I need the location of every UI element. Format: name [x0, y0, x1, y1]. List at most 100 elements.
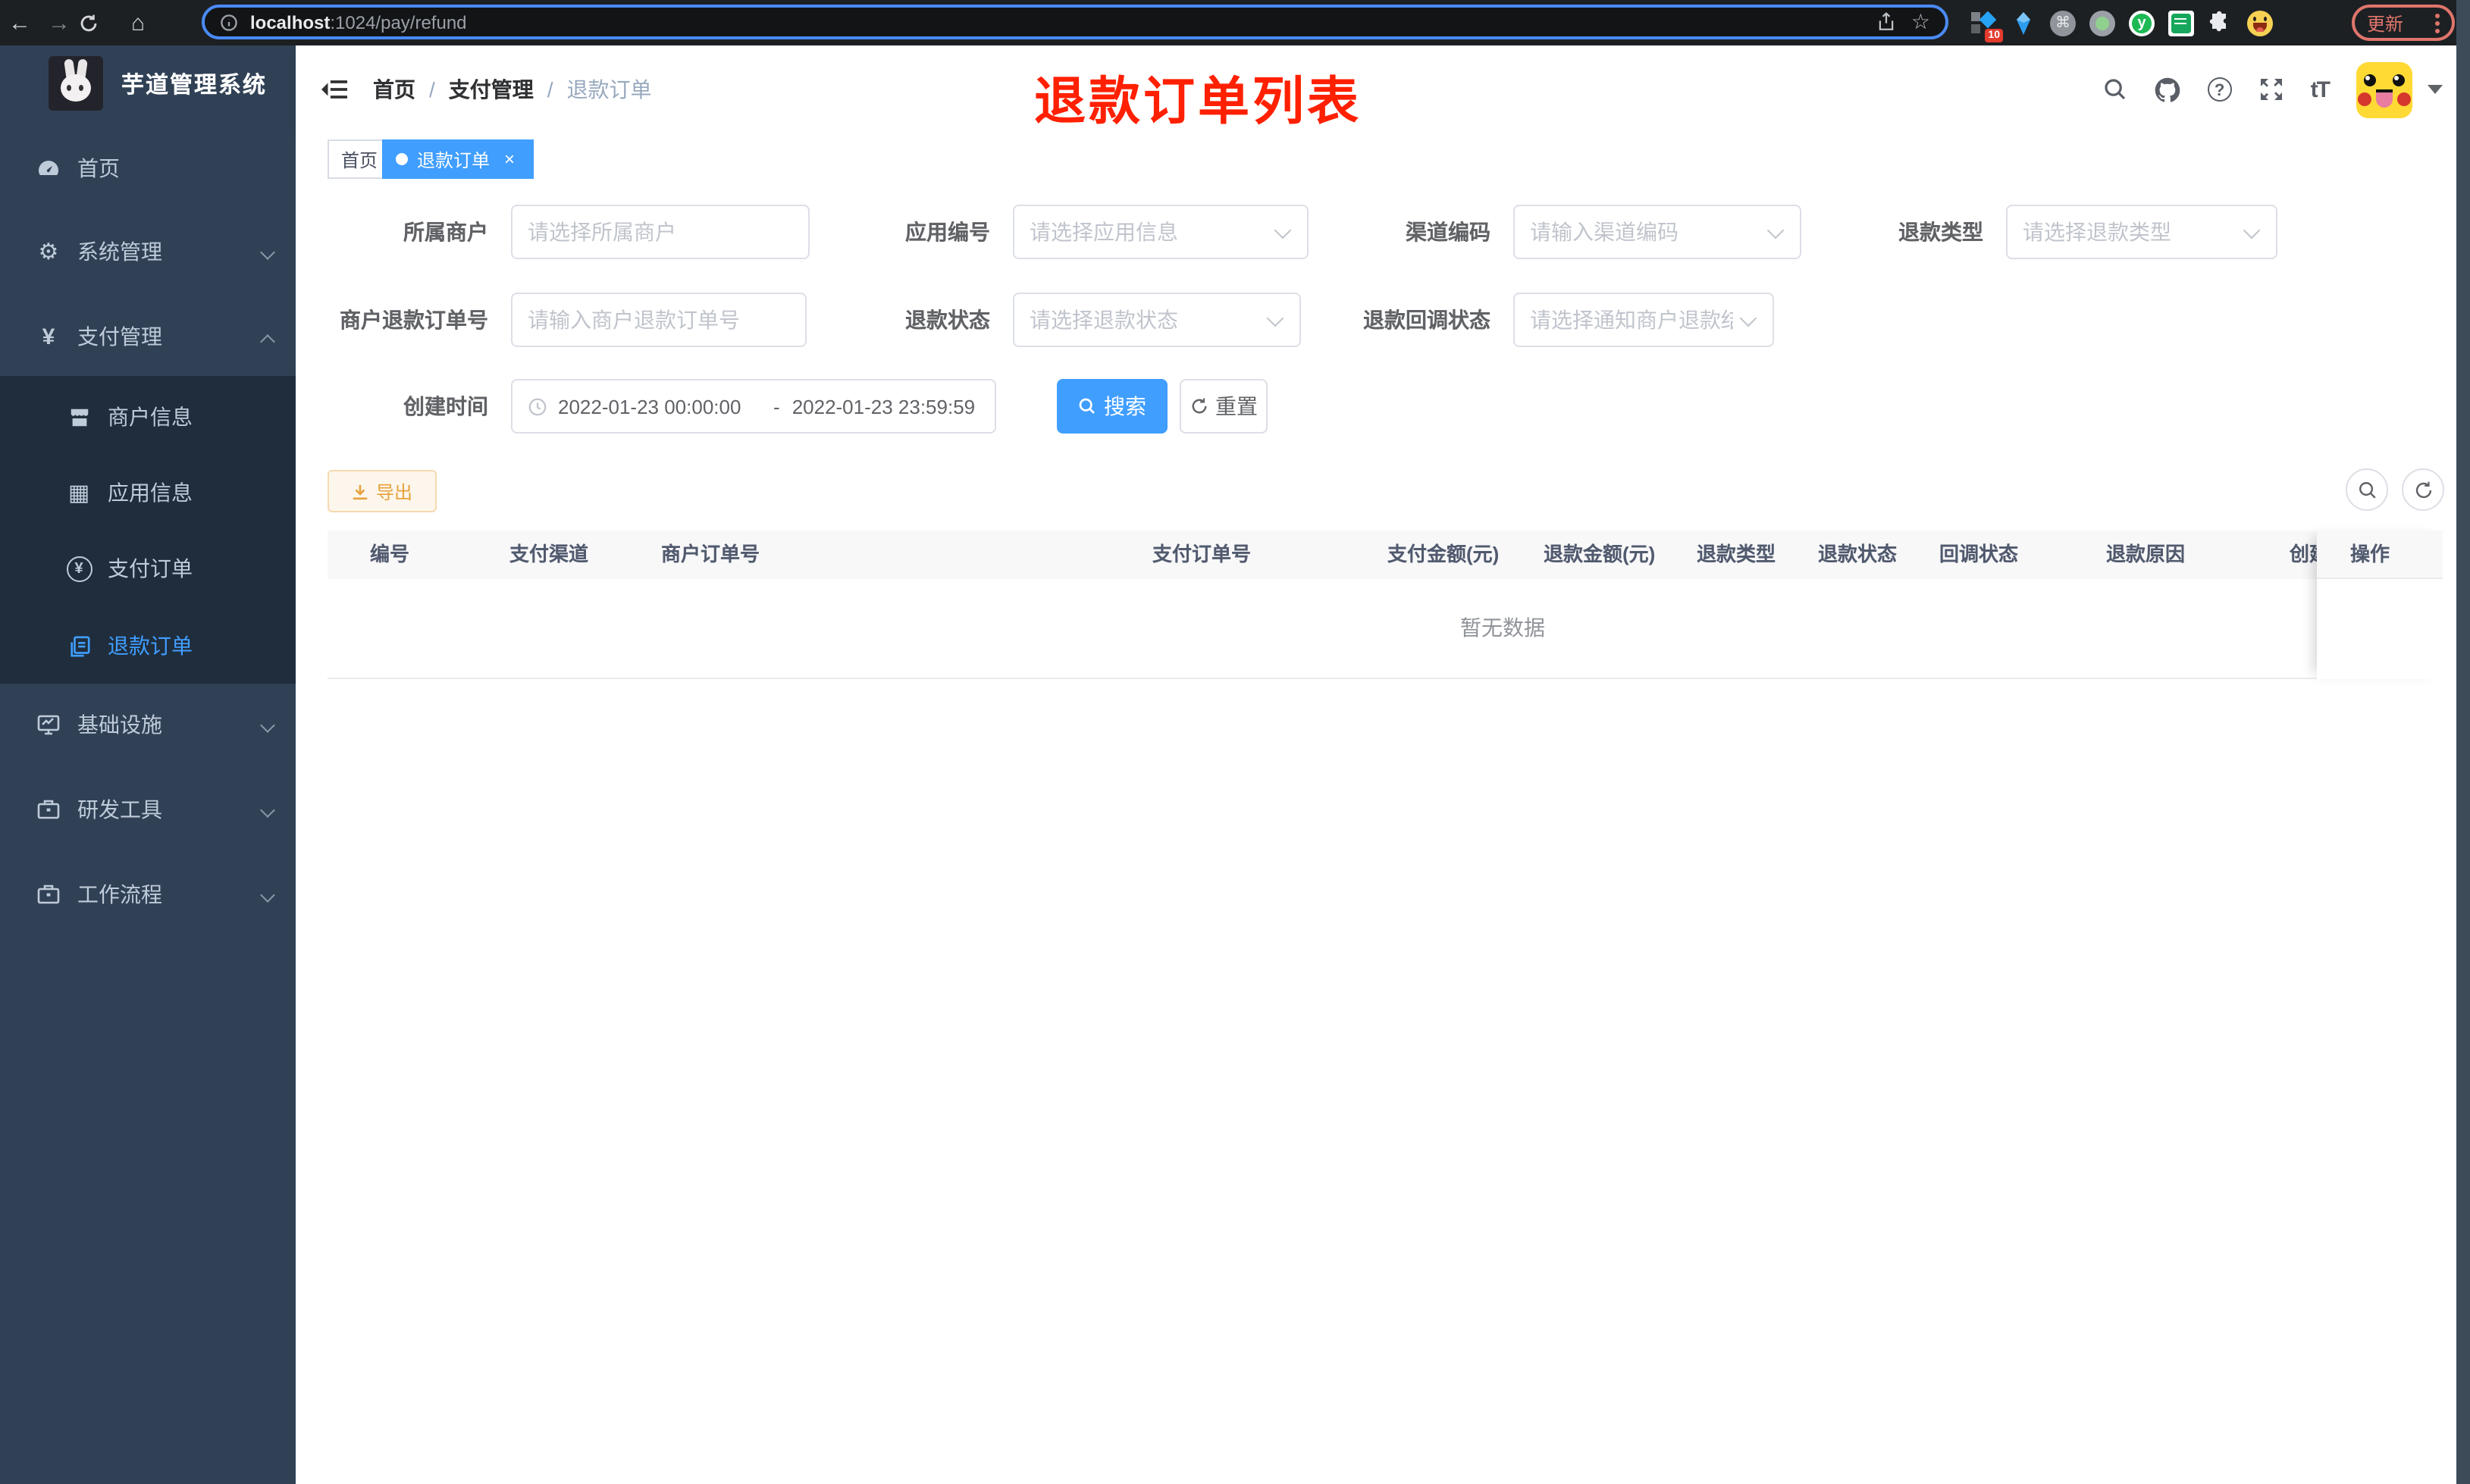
chevron-down-icon — [261, 245, 274, 258]
download-icon — [353, 484, 368, 499]
extension-diamond-icon[interactable]: 10 — [1971, 10, 2003, 42]
extensions-puzzle-icon[interactable] — [2208, 10, 2233, 36]
browser-extensions: 10 ⌘ y — [1971, 0, 2273, 45]
browser-menu-icon[interactable] — [2435, 13, 2440, 33]
screen: ← → ⌂ localhost:1024/pay/refund ☆ 10 ⌘ y… — [0, 0, 2470, 1484]
sidebar-item-merchant-info[interactable]: 商户信息 — [0, 379, 296, 455]
sidebar-item-infrastructure[interactable]: 基础设施 — [0, 682, 296, 767]
extension-gem-icon[interactable] — [2011, 10, 2036, 36]
sidebar-item-label: 商户信息 — [108, 405, 193, 429]
select-arrow-icon — [1739, 311, 1757, 329]
fullscreen-icon[interactable] — [2259, 77, 2283, 102]
col-pay-order-no: 支付订单号 — [1152, 543, 1252, 565]
breadcrumb-home[interactable]: 首页 — [373, 74, 415, 105]
select-arrow-icon — [2243, 223, 2261, 241]
logo-row: 芋道管理系统 — [0, 45, 296, 121]
start-date-value: 2022-01-23 00:00:00 — [558, 395, 741, 418]
channel-select[interactable]: 请输入渠道编码 — [1513, 205, 1801, 259]
col-refund-status: 退款状态 — [1818, 543, 1898, 565]
briefcase-icon — [35, 881, 62, 908]
sidebar-item-workflow[interactable]: 工作流程 — [0, 852, 296, 937]
select-arrow-icon — [1266, 311, 1284, 329]
create-time-label: 创建时间 — [403, 394, 488, 418]
sidebar-item-system[interactable]: ⚙ 系统管理 — [0, 209, 296, 294]
refresh-icon — [1191, 398, 1206, 414]
dashboard-icon — [35, 155, 62, 182]
col-refund-amount: 退款金额(元) — [1544, 543, 1656, 565]
forward-icon[interactable]: → — [39, 10, 79, 36]
sidebar-item-label: 首页 — [77, 156, 120, 180]
clock-icon — [528, 396, 547, 416]
refund-type-label: 退款类型 — [1898, 220, 1983, 244]
breadcrumb-payment[interactable]: 支付管理 — [449, 74, 534, 105]
create-time-range-picker[interactable]: 2022-01-23 00:00:00 - 2022-01-23 23:59:5… — [511, 379, 996, 434]
refund-type-select[interactable]: 请选择退款类型 — [2006, 205, 2277, 259]
chevron-up-icon — [261, 330, 274, 343]
app-select[interactable]: 请选择应用信息 — [1013, 205, 1309, 259]
search-icon[interactable] — [2103, 77, 2127, 102]
url-text: localhost:1024/pay/refund — [250, 11, 467, 33]
github-icon[interactable] — [2155, 77, 2180, 102]
table-search-button[interactable] — [2346, 468, 2388, 511]
app-logo — [49, 56, 103, 111]
shop-icon — [65, 403, 92, 430]
notify-status-select[interactable]: 请选择通知商户退款结果 — [1513, 293, 1774, 347]
update-label: 更新 — [2367, 13, 2404, 34]
sidebar-item-app-info[interactable]: ▦ 应用信息 — [0, 455, 296, 531]
col-pay-channel: 支付渠道 — [509, 543, 589, 565]
extension-chat-icon[interactable] — [2168, 10, 2194, 36]
sidebar-item-label: 工作流程 — [77, 882, 162, 906]
avatar[interactable] — [2356, 61, 2412, 117]
chevron-down-icon — [261, 803, 274, 816]
sidebar-item-label: 支付管理 — [77, 324, 162, 349]
reload-icon[interactable] — [79, 13, 118, 33]
merchant-refund-no-input[interactable]: 请输入商户退款订单号 — [511, 293, 807, 347]
merchant-refund-no-label: 商户退款订单号 — [340, 308, 488, 332]
font-size-icon[interactable]: tT — [2311, 77, 2331, 102]
document-copy-icon — [65, 632, 92, 659]
sidebar-item-label: 退款订单 — [108, 634, 193, 658]
sidebar-item-home[interactable]: 首页 — [0, 126, 296, 211]
search-button[interactable]: 搜索 — [1057, 379, 1168, 434]
window-scrollbar[interactable] — [2456, 0, 2470, 1484]
app-label: 应用编号 — [905, 220, 990, 244]
app-title: 芋道管理系统 — [121, 72, 268, 98]
close-tab-icon[interactable]: × — [499, 149, 520, 170]
select-arrow-icon — [1766, 223, 1785, 241]
help-icon[interactable]: ? — [2207, 77, 2232, 102]
col-create-time-truncated: 创建时间 — [2290, 543, 2317, 565]
sidebar-item-dev-tools[interactable]: 研发工具 — [0, 767, 296, 852]
pay-circle-icon: ¥ — [65, 555, 92, 582]
sidebar-item-pay-order[interactable]: ¥ 支付订单 — [0, 531, 296, 606]
browser-update-button[interactable]: 更新 — [2352, 5, 2455, 41]
tab-label: 退款订单 — [417, 149, 491, 171]
reset-button[interactable]: 重置 — [1180, 379, 1268, 434]
extension-emoji-icon[interactable] — [2247, 10, 2273, 36]
gear-icon: ⚙ — [38, 240, 59, 265]
bookmark-star-icon[interactable]: ☆ — [1911, 9, 1930, 35]
sidebar-item-label: 基础设施 — [77, 712, 162, 737]
back-icon[interactable]: ← — [0, 10, 39, 36]
export-button[interactable]: 导出 — [328, 470, 437, 512]
share-icon[interactable] — [1878, 12, 1896, 32]
refund-status-select[interactable]: 请选择退款状态 — [1013, 293, 1301, 347]
extension-command-icon[interactable]: ⌘ — [2050, 10, 2076, 36]
empty-text: 暂无数据 — [1460, 615, 1545, 640]
refresh-icon — [2415, 481, 2431, 498]
sidebar-item-refund-order[interactable]: 退款订单 — [0, 608, 296, 684]
merchant-select[interactable]: 请选择所属商户 — [511, 205, 810, 259]
home-icon[interactable]: ⌂ — [118, 10, 158, 36]
address-bar[interactable]: localhost:1024/pay/refund ☆ — [202, 5, 1948, 39]
table-refresh-button[interactable] — [2402, 468, 2444, 511]
extension-y-icon[interactable]: y — [2129, 10, 2155, 36]
extension-green-dot-icon[interactable] — [2089, 10, 2115, 36]
sidebar-collapse-icon[interactable] — [321, 77, 347, 102]
chevron-down-icon — [261, 888, 274, 901]
col-id: 编号 — [370, 543, 410, 565]
avatar-dropdown-caret-icon[interactable] — [2428, 85, 2443, 94]
site-info-icon[interactable] — [220, 13, 238, 31]
sidebar-item-payment[interactable]: ¥ 支付管理 — [0, 294, 296, 379]
select-arrow-icon — [1274, 223, 1292, 241]
notify-status-label: 退款回调状态 — [1363, 308, 1490, 332]
tab-refund-order[interactable]: 退款订单 × — [382, 139, 534, 179]
